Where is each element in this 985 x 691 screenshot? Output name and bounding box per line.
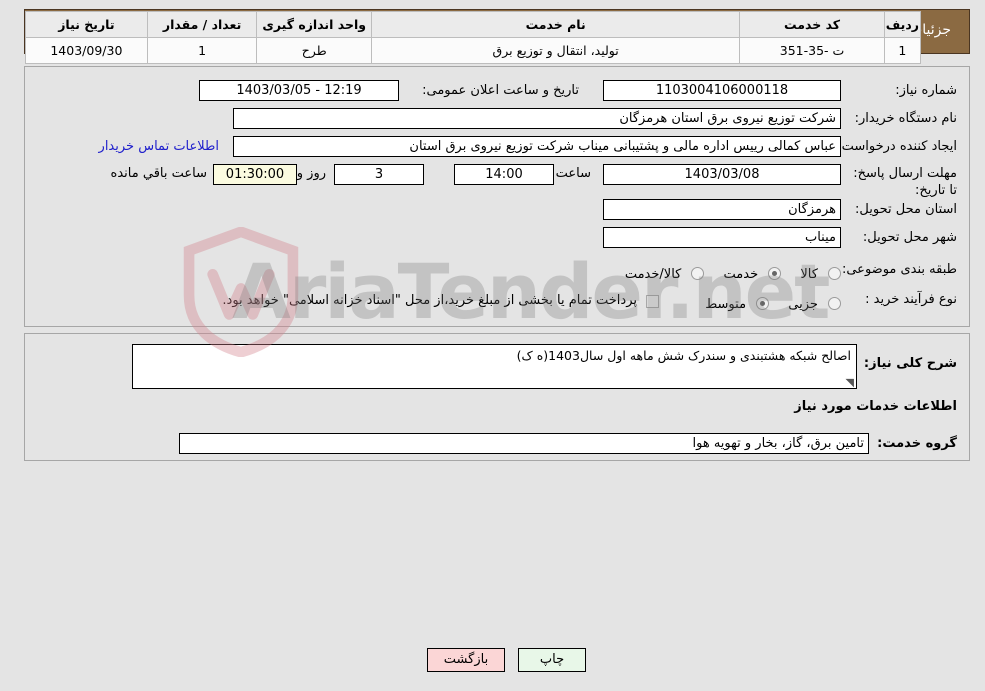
th-service-code: کد خدمت	[739, 11, 885, 38]
general-desc-value: اصالح شبکه هشتبندی و سندرک شش ماهه اول س…	[516, 348, 851, 363]
deadline-hour-value: 14:00	[454, 164, 554, 185]
deadline-remaining-value: 01:30:00	[213, 164, 297, 185]
delivery-province-label: استان محل تحویل:	[855, 202, 957, 217]
deadline-hour-label: ساعت	[555, 166, 591, 181]
requester-value: عباس کمالی رییس اداره مالی و پشتیبانی می…	[233, 136, 841, 157]
public-announce-label: تاریخ و ساعت اعلان عمومی:	[422, 83, 579, 98]
category-radio-khedmat[interactable]	[768, 267, 782, 280]
requester-label: ایجاد کننده درخواست:	[837, 139, 957, 154]
deadline-label: مهلت ارسال پاسخ: تا تاریخ:	[853, 166, 957, 198]
process-radio-jozii-label: جزیی	[788, 297, 818, 312]
category-radio-kala-khedmat-label: کالا/خدمت	[624, 267, 682, 282]
category-radio-khedmat-label: خدمت	[723, 267, 759, 282]
process-radio-jozii[interactable]	[828, 297, 841, 310]
service-group-value: تامین برق، گاز، بخار و تهویه هوا	[179, 433, 869, 454]
th-radif: ردیف	[883, 11, 922, 38]
buyer-org-label: نام دستگاه خریدار:	[854, 111, 957, 126]
process-type-radio-group[interactable]: جزیی متوسط	[691, 293, 841, 312]
need-summary-panel: شماره نیاز: 1103004106000118 تاریخ و ساع…	[24, 66, 970, 327]
cell-service-code: ت -35-351	[739, 37, 885, 64]
resize-handle-icon[interactable]: ◥	[844, 377, 854, 388]
table-row: 1 ت -35-351 تولید، انتقال و توزیع برق طر…	[25, 37, 922, 64]
th-unit: واحد اندازه گیری	[256, 11, 372, 38]
th-service-name: نام خدمت	[370, 11, 741, 38]
service-section-title: اطلاعات خدمات مورد نیاز	[794, 399, 957, 414]
cell-quantity: 1	[146, 37, 258, 64]
buyer-org-value: شرکت توزیع نیروی برق استان هرمزگان	[233, 108, 841, 129]
table-header-row: ردیف کد خدمت نام خدمت واحد اندازه گیری ت…	[25, 11, 922, 38]
th-quantity: تعداد / مقدار	[146, 11, 258, 38]
deadline-date-value: 1403/03/08	[603, 164, 841, 185]
process-type-label: نوع فرآیند خرید :	[865, 292, 957, 307]
category-label: طبقه بندی موضوعی:	[841, 262, 957, 277]
delivery-city-label: شهر محل تحویل:	[862, 230, 957, 245]
cell-unit: طرح	[256, 37, 372, 64]
deadline-days-value: 3	[334, 164, 424, 185]
buyer-contact-link[interactable]: اطلاعات تماس خریدار	[99, 139, 219, 154]
process-radio-motavasset[interactable]	[756, 297, 770, 310]
deadline-remaining-label: ساعت باقي مانده	[110, 166, 207, 181]
general-desc-label: شرح کلی نیاز:	[863, 356, 957, 371]
islamic-treasury-checkbox[interactable]	[646, 295, 659, 308]
delivery-city-value: میناب	[603, 227, 841, 248]
public-announce-value: 12:19 - 1403/03/05	[199, 80, 399, 101]
category-radio-group[interactable]: کالا خدمت کالا/خدمت	[611, 263, 841, 282]
cell-need-date: 1403/09/30	[25, 37, 148, 64]
cell-service-name: تولید، انتقال و توزیع برق	[370, 37, 741, 64]
category-radio-kala-khedmat[interactable]	[691, 267, 705, 280]
service-info-panel: شرح کلی نیاز: اصالح شبکه هشتبندی و سندرک…	[24, 333, 970, 461]
category-radio-kala[interactable]	[828, 267, 841, 280]
need-number-label: شماره نیاز:	[895, 83, 957, 98]
deadline-days-label: روز و	[296, 166, 326, 181]
delivery-province-value: هرمزگان	[603, 199, 841, 220]
cell-radif: 1	[883, 37, 922, 64]
need-number-value: 1103004106000118	[603, 80, 841, 101]
print-button[interactable]: چاپ	[518, 648, 586, 672]
page-root: AriaTender.net جزئیات اطلاعات نیاز شماره…	[0, 0, 985, 691]
process-radio-motavasset-label: متوسط	[705, 297, 747, 312]
islamic-treasury-note: پرداخت تمام یا بخشی از مبلغ خرید،از محل …	[222, 293, 637, 308]
category-radio-kala-label: کالا	[800, 267, 818, 282]
back-button[interactable]: بازگشت	[427, 648, 505, 672]
general-desc-textarea[interactable]: اصالح شبکه هشتبندی و سندرک شش ماهه اول س…	[132, 344, 857, 389]
th-need-date: تاریخ نیاز	[25, 11, 148, 38]
service-items-table: ردیف کد خدمت نام خدمت واحد اندازه گیری ت…	[25, 11, 922, 64]
service-group-label: گروه خدمت:	[877, 436, 957, 451]
